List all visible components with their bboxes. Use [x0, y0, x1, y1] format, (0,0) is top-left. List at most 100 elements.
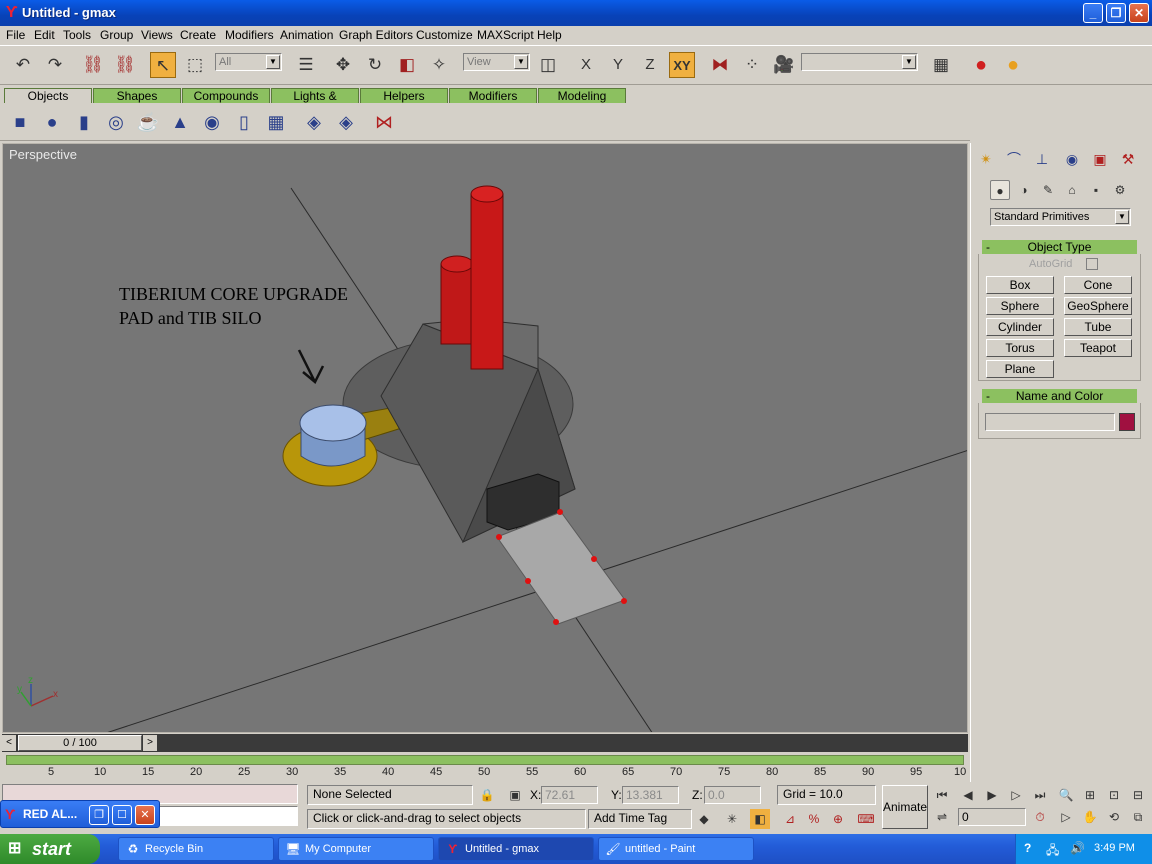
menu-edit[interactable]: Edit — [34, 27, 55, 43]
ramp-vertex-point[interactable] — [591, 556, 597, 562]
spinner-snap-icon[interactable]: ⊕ — [828, 809, 848, 829]
menu-tools[interactable]: Tools — [63, 27, 91, 43]
named-selection-sets-dropdown[interactable]: ▼ — [801, 53, 918, 71]
restore-button[interactable]: ❐ — [1106, 3, 1126, 23]
restrict-to-xy-button[interactable]: XY — [669, 52, 695, 78]
minimized-window[interactable]: Ƴ RED AL... ❐ ☐ ✕ — [0, 800, 160, 828]
close-button[interactable]: ✕ — [135, 805, 155, 825]
plane-icon[interactable]: ▦ — [264, 110, 288, 134]
menu-views[interactable]: Views — [141, 27, 173, 43]
x-coord-input[interactable]: 72.61 — [541, 786, 598, 804]
select-object-icon[interactable]: ↖ — [150, 52, 176, 78]
zoom-icon[interactable]: 🔍 — [1056, 785, 1076, 805]
cone-button[interactable]: Cone — [1064, 276, 1132, 294]
torus-button[interactable]: Torus — [986, 339, 1054, 357]
tab-helpers[interactable]: Helpers — [360, 88, 448, 103]
menu-create[interactable]: Create — [180, 27, 216, 43]
modify-tab-icon[interactable]: ⌒ — [1001, 147, 1027, 171]
restrict-to-z-button[interactable]: Z — [637, 52, 663, 78]
taskbar-item-my-computer[interactable]: 🖥 My Computer — [278, 837, 434, 861]
key-mode-toggle-icon[interactable]: ⇌ — [932, 807, 952, 827]
network-icon[interactable]: 🖧 — [1046, 841, 1059, 862]
cone-icon[interactable]: ▲ — [168, 110, 192, 134]
restrict-to-y-button[interactable]: Y — [605, 52, 631, 78]
maximize-button[interactable]: ☐ — [112, 805, 132, 825]
autogrid-checkbox[interactable] — [1086, 258, 1098, 270]
create-tab-icon[interactable]: ✴ — [973, 147, 999, 171]
teapot-icon[interactable]: ☕ — [136, 110, 160, 134]
sphere-button[interactable]: Sphere — [986, 297, 1054, 315]
help-icon[interactable]: ? — [1024, 841, 1031, 855]
lights-category-icon[interactable]: ✎ — [1038, 180, 1058, 200]
goto-start-icon[interactable]: ⏮ — [932, 785, 952, 805]
torus-icon[interactable]: ◎ — [104, 110, 128, 134]
z-coord-input[interactable]: 0.0 — [704, 786, 761, 804]
menu-graph-editors[interactable]: Graph Editors — [339, 27, 413, 43]
bone-tool-icon[interactable]: ⋈ — [372, 110, 396, 134]
goto-end-icon[interactable]: ⏭ — [1030, 785, 1050, 805]
time-slider[interactable]: < 0 / 100 > — [2, 734, 968, 752]
utilities-tab-icon[interactable]: ⚒ — [1115, 147, 1141, 171]
geometry-category-icon[interactable]: ● — [990, 180, 1010, 200]
sphere-icon[interactable]: ● — [40, 110, 64, 134]
display-tab-icon[interactable]: ▣ — [1087, 147, 1113, 171]
percent-snap-icon[interactable]: % — [804, 809, 824, 829]
shapes-category-icon[interactable]: ◑ — [1014, 180, 1034, 200]
menu-file[interactable]: File — [6, 27, 25, 43]
animate-button[interactable]: Animate — [882, 785, 928, 829]
teapot-button[interactable]: Teapot — [1064, 339, 1132, 357]
time-slider-next-icon[interactable]: > — [143, 735, 157, 751]
degradation-override-icon[interactable]: ◆ — [694, 809, 714, 829]
play-animation-icon[interactable]: ▶ — [982, 785, 1002, 805]
geosphere-icon[interactable]: ◉ — [200, 110, 224, 134]
tab-objects[interactable]: Objects — [4, 88, 92, 103]
taskbar-item-gmax[interactable]: Ƴ Untitled - gmax — [438, 837, 594, 861]
hierarchy-tab-icon[interactable]: ⊥ — [1029, 147, 1055, 171]
select-and-move-icon[interactable]: ✥ — [330, 52, 356, 78]
cylinder-button[interactable]: Cylinder — [986, 318, 1054, 336]
camera-icon[interactable]: 🎥 — [771, 52, 797, 78]
gmax-logo-icon[interactable]: Ƴ — [4, 4, 20, 22]
name-and-color-rollout-header[interactable]: - Name and Color — [982, 389, 1137, 403]
box-button[interactable]: Box — [986, 276, 1054, 294]
field-of-view-icon[interactable]: ▷ — [1056, 807, 1076, 827]
arc-rotate-icon[interactable]: ⟲ — [1104, 807, 1124, 827]
angle-snap-icon[interactable]: ⊿ — [780, 809, 800, 829]
array-icon[interactable]: ⁘ — [739, 52, 765, 78]
align-icon[interactable]: ▦ — [928, 52, 954, 78]
tube-button[interactable]: Tube — [1064, 318, 1132, 336]
systems-category-icon[interactable]: ⚙ — [1110, 180, 1130, 200]
pan-icon[interactable]: ✋ — [1080, 807, 1100, 827]
zoom-extents-icon[interactable]: ⊡ — [1104, 785, 1124, 805]
previous-frame-icon[interactable]: ◀ — [958, 785, 978, 805]
ramp-vertex-point[interactable] — [557, 509, 563, 515]
zoom-all-icon[interactable]: ⊞ — [1080, 785, 1100, 805]
reference-coordinate-dropdown[interactable]: View ▼ — [463, 53, 530, 71]
next-frame-icon[interactable]: ▷ — [1006, 785, 1026, 805]
viewport-label[interactable]: Perspective — [9, 147, 77, 162]
menu-animation[interactable]: Animation — [280, 27, 333, 43]
object-name-input[interactable] — [985, 413, 1115, 431]
cameras-category-icon[interactable]: ⌂ — [1062, 180, 1082, 200]
select-and-rotate-icon[interactable]: ↻ — [362, 52, 388, 78]
menu-help[interactable]: Help — [537, 27, 562, 43]
grid-diamond-alt-icon[interactable]: ◈ — [334, 110, 358, 134]
restore-button[interactable]: ❐ — [89, 805, 109, 825]
menu-customize[interactable]: Customize — [416, 27, 473, 43]
minimize-button[interactable]: _ — [1083, 3, 1103, 23]
mirror-icon[interactable]: ⧓ — [707, 52, 733, 78]
object-type-rollout-header[interactable]: - Object Type — [982, 240, 1137, 254]
pivot-center-icon[interactable]: ✧ — [426, 52, 452, 78]
ramp-vertex-point[interactable] — [525, 578, 531, 584]
volume-icon[interactable]: 🔊 — [1070, 841, 1085, 855]
time-slider-prev-icon[interactable]: < — [2, 735, 16, 751]
restrict-to-x-button[interactable]: X — [573, 52, 599, 78]
tab-modifiers[interactable]: Modifiers — [449, 88, 537, 103]
time-slider-thumb[interactable]: 0 / 100 — [18, 735, 142, 751]
track-bar[interactable]: 5 10 15 20 25 30 35 40 45 50 55 60 65 70… — [0, 753, 970, 781]
redo-icon[interactable]: ↷ — [42, 52, 68, 78]
menu-modifiers[interactable]: Modifiers — [225, 27, 274, 43]
maximize-viewport-icon[interactable]: ⧉ — [1128, 807, 1148, 827]
cylinder-icon[interactable]: ▮ — [72, 110, 96, 134]
ramp-vertex-point[interactable] — [553, 619, 559, 625]
